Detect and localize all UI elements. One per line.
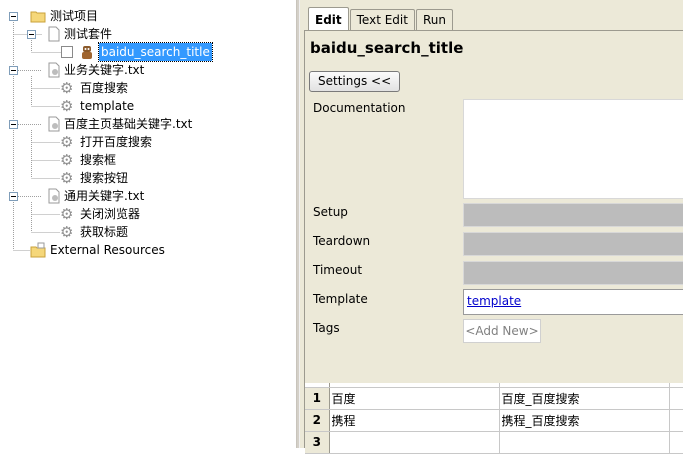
grid-cell[interactable] xyxy=(669,409,683,432)
template-field[interactable]: template xyxy=(463,289,683,315)
template-label: Template xyxy=(313,292,368,306)
tree-node-resource-2[interactable]: 百度主页基础关键字.txt xyxy=(46,115,192,133)
tree-node-keyword-label: 搜索框 xyxy=(80,153,117,167)
tree-node-keyword[interactable]: ⚙ 搜索框 xyxy=(60,151,116,169)
documentation-field[interactable] xyxy=(463,99,683,199)
tree-node-project-label: 测试项目 xyxy=(50,9,99,23)
robot-icon xyxy=(82,46,92,59)
grid-cell[interactable]: 携程_百度搜索 xyxy=(499,409,670,432)
gear-icon: ⚙ xyxy=(60,169,74,187)
tree-node-keyword[interactable]: ⚙ 关闭浏览器 xyxy=(60,205,140,223)
test-case-title: baidu_search_title xyxy=(310,39,464,57)
timeout-field[interactable] xyxy=(463,261,683,285)
tree-node-keyword-label: 关闭浏览器 xyxy=(80,207,141,221)
tags-label: Tags xyxy=(313,321,340,335)
tree-node-keyword[interactable]: ⚙ 打开百度搜索 xyxy=(60,133,152,151)
teardown-field[interactable] xyxy=(463,232,683,256)
tree-node-suite-label: 测试套件 xyxy=(64,27,113,41)
editor-tabs: Edit Text Edit Run xyxy=(308,7,454,31)
add-tag-button[interactable]: <Add New> xyxy=(463,319,541,343)
grid-cell[interactable]: 百度_百度搜索 xyxy=(499,387,670,410)
resource-file-icon xyxy=(48,116,60,132)
grid-row[interactable]: 2 携程 携程_百度搜索 xyxy=(305,409,683,432)
row-number: 3 xyxy=(305,431,330,454)
grid-cell[interactable] xyxy=(499,431,670,454)
resource-file-icon xyxy=(48,188,60,204)
tree-node-resource-1[interactable]: 业务关键字.txt xyxy=(46,61,144,79)
tab-run[interactable]: Run xyxy=(415,9,453,30)
tab-edit[interactable]: Edit xyxy=(308,7,349,30)
tree-node-keyword-label: 百度搜索 xyxy=(80,81,129,95)
grid-cell[interactable] xyxy=(669,387,683,410)
folder-icon xyxy=(30,11,46,23)
tree-node-resource-label: 百度主页基础关键字.txt xyxy=(64,117,193,131)
grid-cell[interactable]: 百度 xyxy=(329,387,500,410)
test-case-editor: baidu_search_title Settings << Documenta… xyxy=(304,30,683,454)
settings-toggle-button[interactable]: Settings << xyxy=(309,71,401,92)
tree-node-keyword-label: 打开百度搜索 xyxy=(80,135,153,149)
folder-icon xyxy=(30,242,46,258)
row-number: 2 xyxy=(305,409,330,432)
tree-node-resource-label: 业务关键字.txt xyxy=(64,63,145,77)
tab-text-edit[interactable]: Text Edit xyxy=(349,9,415,30)
editor-panel: Edit Text Edit Run baidu_search_title Se… xyxy=(300,0,683,454)
gear-icon: ⚙ xyxy=(60,205,74,223)
test-checkbox[interactable] xyxy=(61,46,73,58)
tree-node-external-resources[interactable]: External Resources xyxy=(30,241,165,259)
gear-icon: ⚙ xyxy=(60,133,74,151)
grid-row[interactable]: 1 百度 百度_百度搜索 xyxy=(305,387,683,410)
tree-node-keyword[interactable]: ⚙ template xyxy=(60,97,134,115)
tree-node-external-label: External Resources xyxy=(50,243,165,257)
tree-node-keyword[interactable]: ⚙ 获取标题 xyxy=(60,223,128,241)
tree-node-keyword-label: 搜索按钮 xyxy=(80,171,129,185)
tree-node-project[interactable]: 测试项目 xyxy=(30,7,98,25)
tree-node-keyword[interactable]: ⚙ 搜索按钮 xyxy=(60,169,128,187)
grid-cell[interactable] xyxy=(669,431,683,454)
file-icon xyxy=(48,26,60,42)
setup-label: Setup xyxy=(313,205,348,219)
gear-icon: ⚙ xyxy=(60,223,74,241)
resource-file-icon xyxy=(48,62,60,78)
tree-node-resource-3[interactable]: 通用关键字.txt xyxy=(46,187,144,205)
test-steps-grid[interactable]: 1 百度 百度_百度搜索 2 携程 携程_百度搜索 3 xyxy=(305,383,683,454)
tree-node-keyword-label: 获取标题 xyxy=(80,225,129,239)
timeout-label: Timeout xyxy=(313,263,363,277)
grid-cell[interactable] xyxy=(329,431,500,454)
grid-row[interactable]: 3 xyxy=(305,431,683,454)
grid-cell[interactable]: 携程 xyxy=(329,409,500,432)
tree-node-suite[interactable]: 测试套件 xyxy=(46,25,112,43)
teardown-label: Teardown xyxy=(313,234,371,248)
setup-field[interactable] xyxy=(463,203,683,227)
template-link[interactable]: template xyxy=(467,294,521,308)
tree-node-keyword[interactable]: ⚙ 百度搜索 xyxy=(60,79,128,97)
documentation-label: Documentation xyxy=(313,101,406,115)
tree-node-resource-label: 通用关键字.txt xyxy=(64,189,145,203)
tree-node-test-label: baidu_search_title xyxy=(98,42,213,62)
tree-node-test[interactable]: baidu_search_title xyxy=(61,42,213,62)
row-number: 1 xyxy=(305,387,330,410)
test-tree-panel[interactable]: 测试项目 测试套件 baidu_search_title 业务关键字.txt ⚙… xyxy=(0,0,296,448)
gear-icon: ⚙ xyxy=(60,151,74,169)
gear-icon: ⚙ xyxy=(60,79,74,97)
tree-node-keyword-label: template xyxy=(80,99,135,113)
gear-icon: ⚙ xyxy=(60,97,74,115)
